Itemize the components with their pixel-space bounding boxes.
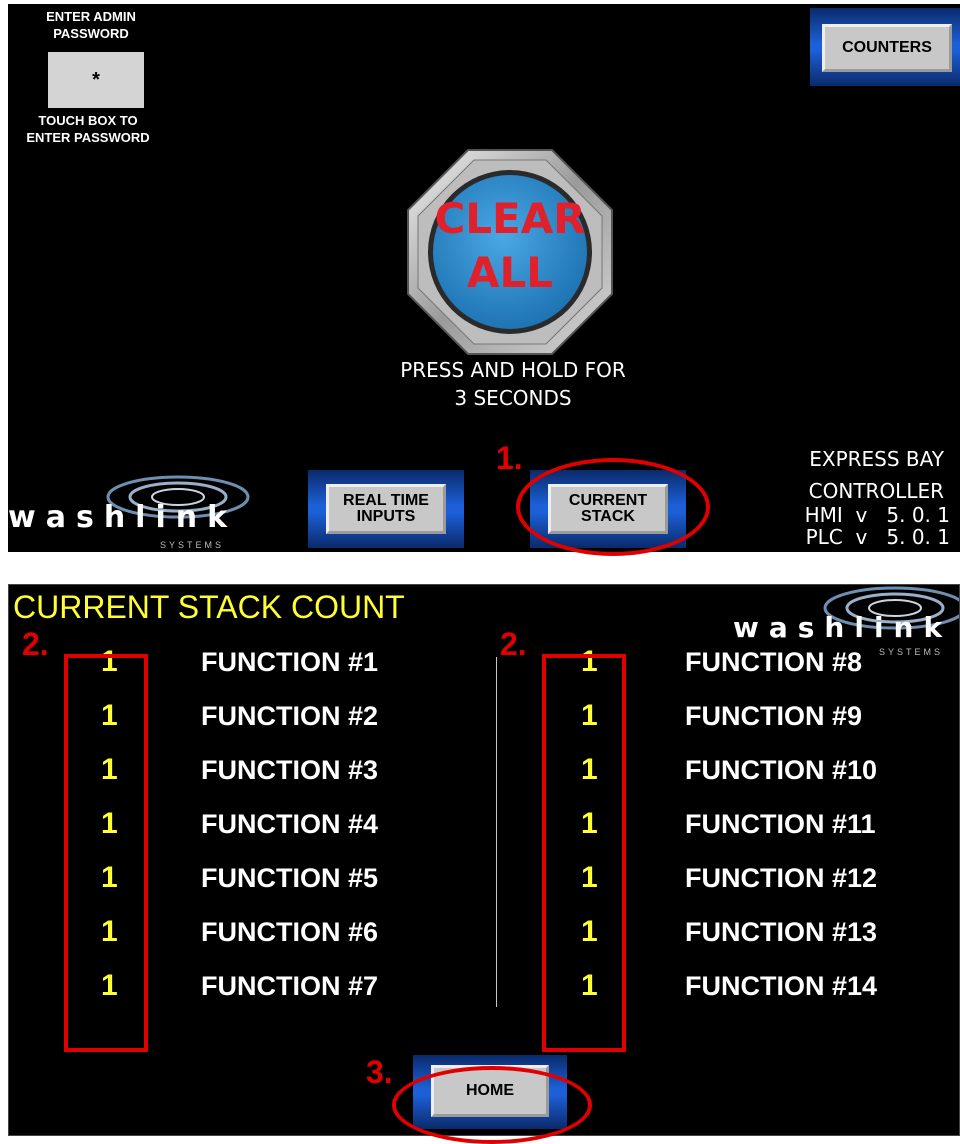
clear-all-octagon-icon	[407, 149, 613, 355]
controller-name-line1: EXPRESS BAY	[809, 447, 944, 471]
function-label: FUNCTION #2	[201, 701, 379, 731]
password-input[interactable]: *	[48, 52, 144, 108]
password-prompt: ENTER ADMIN PASSWORD	[46, 9, 136, 41]
function-label: FUNCTION #12	[685, 863, 878, 893]
annotation-box-left-counts	[64, 654, 148, 1052]
clear-all-button[interactable]	[404, 146, 616, 358]
annotation-circle-home	[392, 1066, 592, 1144]
counters-button[interactable]: COUNTERS	[822, 24, 952, 72]
annotation-step-2-right: 2.	[500, 626, 527, 662]
annotation-circle-current-stack	[516, 458, 710, 556]
annotation-step-1: 1.	[496, 440, 523, 476]
plc-version: PLC v 5. 0. 1	[805, 525, 950, 549]
function-label: FUNCTION #9	[685, 701, 863, 731]
hmi-version: HMI v 5. 0. 1	[804, 503, 950, 527]
function-label: FUNCTION #6	[201, 917, 379, 947]
function-label: FUNCTION #13	[685, 917, 878, 947]
password-hint: TOUCH BOX TO ENTER PASSWORD	[26, 113, 150, 145]
main-screen-panel: ENTER ADMIN PASSWORD * TOUCH BOX TO ENTE…	[8, 4, 960, 552]
function-label: FUNCTION #7	[201, 971, 379, 1001]
function-label: FUNCTION #5	[201, 863, 379, 893]
annotation-step-3: 3.	[366, 1054, 393, 1090]
function-label: FUNCTION #10	[685, 755, 878, 785]
washlink-logo-subtext: SYSTEMS	[160, 540, 225, 550]
function-label: FUNCTION #14	[685, 971, 878, 1001]
function-label: FUNCTION #4	[201, 809, 379, 839]
current-stack-count-panel: CURRENT STACK COUNT washlink SYSTEMS 1 FU…	[8, 584, 960, 1136]
function-label: FUNCTION #8	[685, 647, 863, 677]
real-time-inputs-button[interactable]: REAL TIME INPUTS	[326, 484, 446, 534]
annotation-step-2-left: 2.	[22, 626, 49, 662]
function-label: FUNCTION #11	[685, 809, 876, 839]
washlink-logo-text: washlink	[8, 500, 238, 535]
function-label: FUNCTION #1	[201, 647, 379, 677]
controller-name-line2: CONTROLLER	[808, 479, 944, 503]
annotation-box-right-counts	[542, 654, 626, 1052]
press-hold-instructions: PRESS AND HOLD FOR 3 SECONDS	[400, 358, 626, 410]
function-label: FUNCTION #3	[201, 755, 379, 785]
